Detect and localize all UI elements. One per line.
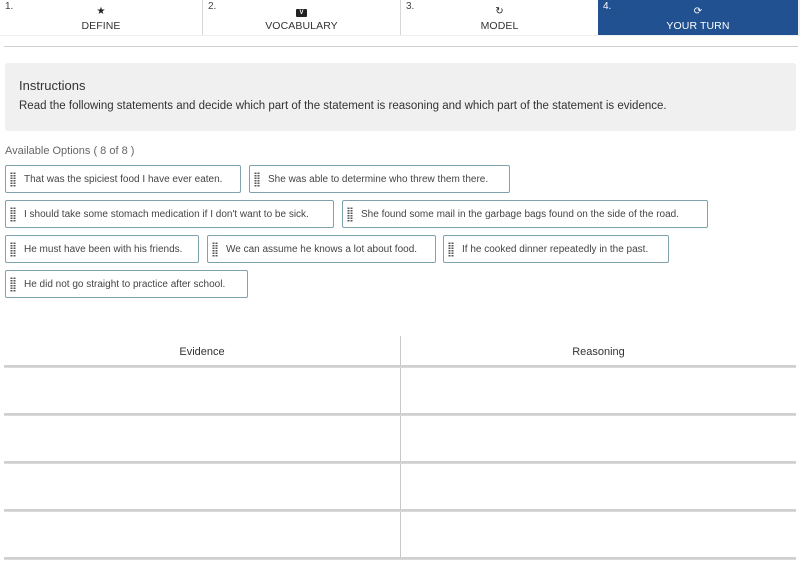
instructions-panel: Instructions Read the following statemen… [5,63,796,131]
evidence-drop-zone[interactable] [4,464,399,508]
option-card[interactable]: He did not go straight to practice after… [5,270,248,298]
option-card[interactable]: That was the spiciest food I have ever e… [5,165,241,193]
option-text: I should take some stomach medication if… [24,209,309,220]
tab-label: MODEL [480,20,519,32]
drag-handle-icon[interactable] [347,207,353,222]
step-tabs: 1. ★ DEFINE 2. V VOCABULARY 3. ↻ MODEL 4… [0,0,800,36]
reasoning-drop-zone[interactable] [401,464,796,508]
evidence-reasoning-table: Evidence Reasoning [4,336,800,560]
evidence-header: Evidence [179,346,225,358]
divider [4,46,798,47]
drag-handle-icon[interactable] [212,242,218,257]
available-options-label: Available Options ( 8 of 8 ) [5,145,135,157]
option-card[interactable]: I should take some stomach medication if… [5,200,334,228]
tab-vocabulary[interactable]: 2. V VOCABULARY [203,0,401,35]
option-card[interactable]: She found some mail in the garbage bags … [342,200,708,228]
option-text: If he cooked dinner repeatedly in the pa… [462,244,649,255]
vocabulary-icon: V [203,6,400,18]
drag-handle-icon[interactable] [254,172,260,187]
option-text: That was the spiciest food I have ever e… [24,174,223,185]
reasoning-drop-zone[interactable] [401,416,796,460]
instructions-text: Read the following statements and decide… [19,100,667,112]
option-card[interactable]: We can assume he knows a lot about food. [207,235,436,263]
option-text: He must have been with his friends. [24,244,183,255]
drag-handle-icon[interactable] [10,172,16,187]
reasoning-drop-zone[interactable] [401,512,796,556]
reasoning-drop-zone[interactable] [401,368,796,412]
option-card[interactable]: He must have been with his friends. [5,235,199,263]
tab-define[interactable]: 1. ★ DEFINE [0,0,203,35]
star-icon: ★ [96,6,106,17]
evidence-drop-zone[interactable] [4,512,399,556]
option-text: He did not go straight to practice after… [24,279,226,290]
model-icon: ↻ [495,6,504,17]
your-turn-icon: ⟳ [693,6,703,17]
tab-label: VOCABULARY [265,20,338,32]
tab-your-turn[interactable]: 4. ⟳ YOUR TURN [598,0,798,35]
evidence-drop-zone[interactable] [4,368,399,412]
instructions-title: Instructions [19,78,86,93]
tab-label: YOUR TURN [666,20,730,32]
evidence-drop-zone[interactable] [4,416,399,460]
drag-handle-icon[interactable] [448,242,454,257]
drag-handle-icon[interactable] [10,277,16,292]
tab-label: DEFINE [81,20,121,32]
drag-handle-icon[interactable] [10,242,16,257]
reasoning-header: Reasoning [572,346,625,358]
drag-handle-icon[interactable] [10,207,16,222]
option-text: She found some mail in the garbage bags … [361,209,679,220]
tab-model[interactable]: 3. ↻ MODEL [401,0,598,35]
option-card[interactable]: She was able to determine who threw them… [249,165,510,193]
option-text: She was able to determine who threw them… [268,174,489,185]
row-divider [4,557,796,560]
option-text: We can assume he knows a lot about food. [226,244,418,255]
option-card[interactable]: If he cooked dinner repeatedly in the pa… [443,235,669,263]
